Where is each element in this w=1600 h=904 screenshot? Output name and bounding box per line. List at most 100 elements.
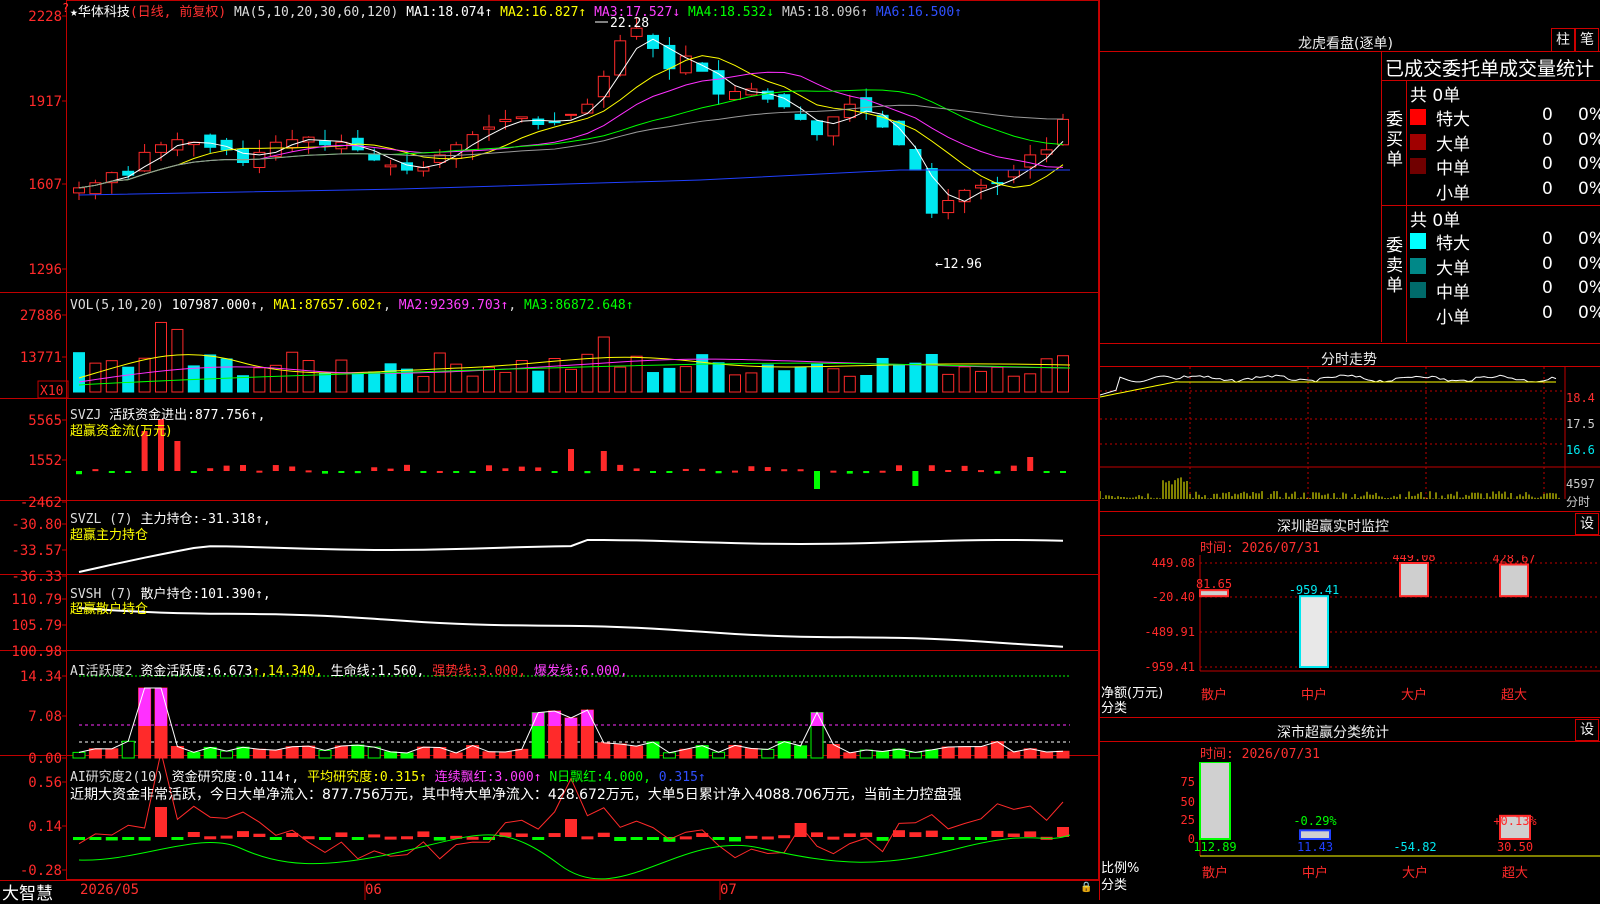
bar-mode-button[interactable]: 柱 bbox=[1551, 28, 1575, 52]
longhu-tabs[interactable]: 已成交委托单成交量统计 bbox=[1385, 54, 1594, 81]
ma3-value: 17.527↓ bbox=[625, 5, 681, 20]
sz-class-category: 大户 bbox=[1402, 865, 1428, 881]
sz-monitor-settings-button[interactable]: 设 bbox=[1575, 513, 1599, 535]
order-color-swatch bbox=[1410, 109, 1426, 125]
sz-class-bar-bottom-label: 30.50 bbox=[1497, 840, 1533, 854]
activity-bar bbox=[794, 745, 808, 759]
longhu-title: 龙虎看盘(逐单) bbox=[1298, 36, 1393, 52]
svzl-tick: -33.57 bbox=[11, 543, 62, 559]
volume-bar bbox=[368, 371, 381, 393]
order-count: 0 bbox=[1542, 229, 1553, 249]
order-count: 0 bbox=[1542, 253, 1553, 274]
activity-bar bbox=[908, 751, 922, 759]
research-bar bbox=[532, 837, 545, 840]
candle bbox=[417, 167, 430, 172]
stock-name[interactable]: 华体科技 bbox=[78, 5, 130, 20]
volume-bar bbox=[204, 354, 217, 393]
activity-bar bbox=[515, 748, 529, 759]
volume-bar bbox=[975, 370, 987, 393]
order-color-swatch bbox=[1410, 282, 1426, 298]
money-flow-bar bbox=[682, 468, 689, 471]
research-bar bbox=[515, 833, 528, 837]
activity-bar bbox=[236, 746, 250, 759]
lock-icon[interactable]: 🔒 bbox=[1080, 882, 1092, 893]
volume-bar bbox=[581, 353, 594, 393]
volume-bar bbox=[663, 367, 676, 393]
month-label-may: 2026/05 bbox=[80, 882, 140, 898]
money-flow-bar bbox=[781, 469, 788, 472]
research-bar bbox=[204, 836, 217, 840]
money-flow-bar bbox=[223, 465, 230, 471]
research-bar bbox=[942, 837, 955, 840]
volume-bar bbox=[351, 372, 364, 393]
activity-burst-bar bbox=[532, 712, 545, 726]
money-flow-bar bbox=[846, 471, 853, 474]
svsh-tick: 110.79 bbox=[11, 592, 62, 608]
intraday-chart[interactable] bbox=[1100, 367, 1600, 510]
ai-res-title: AI研究度2(10) bbox=[70, 770, 164, 785]
research-bar bbox=[1024, 831, 1037, 837]
activity-bar bbox=[662, 752, 676, 759]
sz-monitor-bar-label: 428.67 bbox=[1492, 555, 1535, 566]
money-flow-bar bbox=[108, 471, 115, 473]
chart-mode[interactable]: (日线, 前复权) bbox=[130, 5, 226, 20]
sz-class-settings-button[interactable]: 设 bbox=[1575, 719, 1599, 741]
research-bar bbox=[122, 837, 135, 840]
volume-bar bbox=[532, 370, 545, 393]
money-flow-bar bbox=[551, 471, 558, 473]
order-type-label: 大单 bbox=[1436, 134, 1470, 155]
buy-side-label: 委买单 bbox=[1386, 110, 1403, 170]
volume-bar bbox=[286, 351, 299, 393]
research-bar bbox=[712, 837, 725, 840]
research-bar bbox=[761, 836, 774, 840]
sz-class-category: 超大 bbox=[1502, 866, 1528, 881]
volume-bar bbox=[417, 375, 430, 393]
vol-ma1-label: MA1: bbox=[273, 298, 305, 313]
stock-chart-area[interactable]: 2228 1917 1607 1296 27886 13771 5565 1552 -2462 -… bbox=[0, 0, 1100, 900]
vol-ma3-value: 86872.648↑ bbox=[555, 298, 634, 313]
order-row: 小单 0 0% bbox=[1410, 178, 1600, 204]
ai-res-v4: 4.000, bbox=[603, 770, 651, 785]
intraday-top-divider bbox=[1100, 343, 1600, 344]
candle bbox=[729, 91, 741, 100]
volume-bar bbox=[745, 372, 758, 393]
low-price-label: ←12.96 bbox=[935, 257, 982, 272]
sz-class-bar-bottom-label: 11.43 bbox=[1297, 840, 1333, 854]
money-flow-bar bbox=[338, 471, 345, 473]
money-flow-bar bbox=[879, 470, 886, 473]
research-bar bbox=[745, 835, 758, 839]
question-icon[interactable]: ? bbox=[62, 1, 69, 15]
volume-bar bbox=[1040, 358, 1053, 393]
order-pct: 0% bbox=[1578, 178, 1600, 199]
ai-act-v4: 3.000, bbox=[479, 664, 526, 679]
ai-act-v2: ↑,14.340, bbox=[252, 664, 323, 679]
candle bbox=[1057, 118, 1069, 146]
research-bar bbox=[89, 837, 102, 840]
candle bbox=[581, 103, 594, 114]
vol-ma2-label: MA2: bbox=[398, 298, 431, 313]
order-type-label: 大单 bbox=[1436, 258, 1470, 279]
money-flow-bar bbox=[764, 467, 771, 471]
sell-total: 共 0单 bbox=[1410, 211, 1461, 231]
ai-act-l1: 资金活跃度: bbox=[140, 664, 214, 679]
volume-bar bbox=[565, 368, 577, 393]
price-tick: 1917 bbox=[28, 94, 62, 110]
volume-bar bbox=[171, 328, 184, 393]
vol-ma1-value: 87657.602↑ bbox=[304, 298, 384, 313]
ma3-label: MA3: bbox=[594, 5, 626, 20]
tick-mode-button[interactable]: 笔 bbox=[1575, 28, 1599, 52]
sz-class-chart: 7550250112.89散户-0.29%11.43中户-54.82大户+0.1… bbox=[1181, 762, 1600, 881]
candle bbox=[811, 120, 823, 136]
price-tick: 1296 bbox=[28, 262, 62, 278]
activity-bar bbox=[597, 742, 611, 759]
volume-bar bbox=[778, 370, 791, 393]
brand-logo: 大智慧 bbox=[2, 884, 53, 904]
ma2-value: 16.827↑ bbox=[531, 5, 587, 20]
research-bar bbox=[269, 837, 282, 840]
volume-bar bbox=[614, 366, 627, 393]
research-bar bbox=[679, 836, 692, 840]
sz-monitor-title: 深圳超赢实时监控 bbox=[1277, 519, 1389, 535]
research-bar bbox=[1007, 833, 1020, 837]
ai-res-v3: 3.000↑ bbox=[494, 770, 542, 785]
volume-bar bbox=[647, 372, 659, 393]
